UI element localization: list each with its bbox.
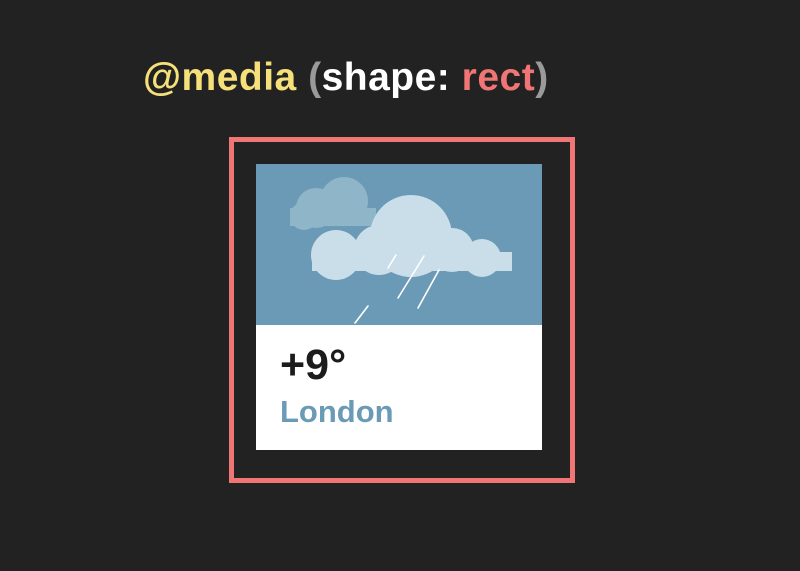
weather-card: +9° London [256,164,542,450]
media-feature: shape: [321,56,451,99]
back-cloud [290,177,376,230]
city-name: London [280,394,394,429]
media-feature-value: rect [461,56,536,99]
weather-sky [256,164,542,325]
cloud-rain-icon [290,177,512,324]
media-keyword: @media [143,56,297,99]
open-paren: ( [308,56,322,99]
temperature: +9° [280,341,347,389]
media-query-heading: @media (shape: rect) [143,52,549,104]
close-paren: ) [535,56,549,99]
slide: @media (shape: rect) +9° London [0,0,800,571]
